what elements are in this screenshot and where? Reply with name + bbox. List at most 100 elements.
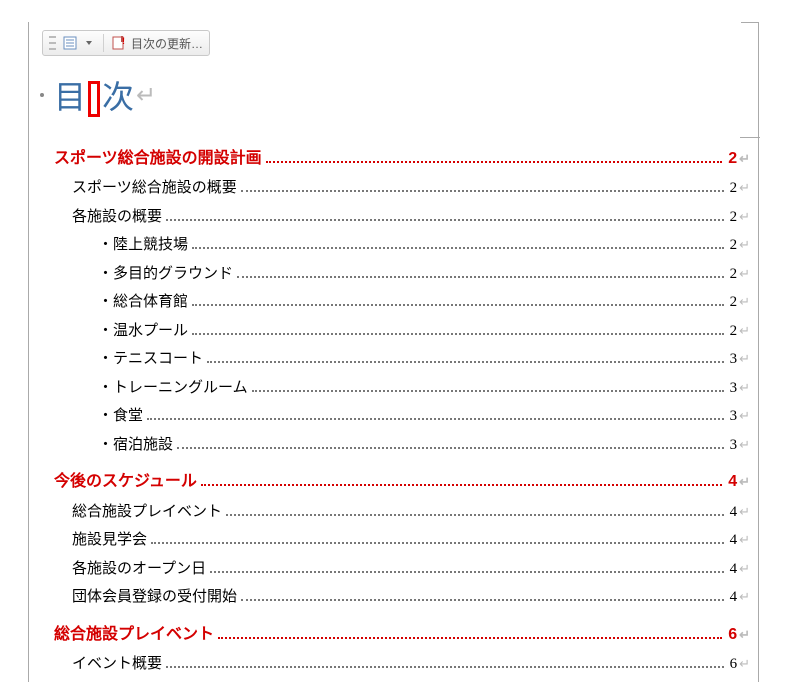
leader-dots (177, 440, 724, 449)
line-break-mark-icon: ↵ (739, 290, 750, 315)
line-break-mark-icon: ↵ (739, 470, 750, 495)
leader-dots (207, 354, 724, 363)
toc-entry[interactable]: スポーツ総合施設の開設計画 2↵ (54, 144, 750, 174)
line-break-mark-icon: ↵ (739, 205, 750, 230)
toc-entry[interactable]: 陸上競技場2↵ (98, 231, 750, 260)
leader-dots (192, 326, 724, 335)
toc-page: 4 (728, 498, 738, 527)
toc-text: 施設見学会 (72, 526, 147, 555)
toc-text: スポーツ総合施設の開設計画 (54, 144, 262, 174)
line-break-mark-icon: ↵ (739, 623, 750, 648)
line-break-mark-icon: ↵ (739, 500, 750, 525)
leader-dots (241, 592, 724, 601)
toc-text: 宿泊施設 (98, 431, 173, 460)
toc-text: スポーツ総合施設の概要 (72, 174, 237, 203)
toc-page: 3 (728, 402, 738, 431)
toc-entry[interactable]: 団体会員登録の受付開始 4↵ (72, 583, 750, 612)
leader-dots (237, 269, 724, 278)
toc-entry[interactable]: 総合体育館2↵ (98, 288, 750, 317)
title-pre: 目 (54, 72, 86, 118)
leader-dots (166, 659, 724, 668)
toc-entry[interactable]: イベント概要 6↵ (72, 650, 750, 679)
toc-page: 4 (728, 555, 738, 584)
toc-entry[interactable]: 各施設のオープン日 4↵ (72, 555, 750, 584)
line-break-mark-icon: ↵ (739, 652, 750, 677)
toc-text: イベント概要 (72, 650, 162, 679)
title-post: 次 (102, 72, 134, 118)
svg-text:!: ! (122, 36, 125, 46)
toc-entry[interactable]: 宿泊施設 3↵ (98, 431, 750, 460)
toc-page: 4 (728, 526, 738, 555)
leader-dots (192, 240, 724, 249)
toc-entry[interactable]: 多目的グラウンド 2↵ (98, 260, 750, 289)
toc-text: 総合施設プレイベント (72, 498, 222, 527)
grip-icon[interactable] (49, 36, 56, 50)
toc-text: 総合施設プレイベント (54, 620, 214, 650)
toc-text: 団体会員登録の受付開始 (72, 583, 237, 612)
dropdown-icon[interactable] (86, 41, 92, 45)
leader-dots (252, 383, 724, 392)
toc-entry[interactable]: 今後のスケジュール 4↵ (54, 467, 750, 497)
toc-page: 2 (728, 174, 738, 203)
leader-dots (218, 629, 722, 639)
line-break-mark-icon: ↵ (739, 176, 750, 201)
line-break-mark-icon: ↵ (739, 376, 750, 401)
leader-dots (151, 535, 724, 544)
line-break-mark-icon: ↵ (739, 404, 750, 429)
paragraph-mark-icon: ↵ (136, 81, 156, 110)
toc-page: 4 (726, 467, 737, 497)
line-break-mark-icon: ↵ (739, 433, 750, 458)
toc-page: 2 (728, 317, 738, 346)
toc-text: テニスコート (98, 345, 203, 374)
line-break-mark-icon: ↵ (739, 147, 750, 172)
text-cursor-highlight (88, 81, 100, 117)
toc-entry[interactable]: トレーニングルーム 3↵ (98, 374, 750, 403)
toc-text: 陸上競技場 (98, 231, 188, 260)
toc-page: 3 (728, 374, 738, 403)
para-bullet (40, 93, 44, 97)
toc-entry[interactable]: 総合施設プレイベント6↵ (54, 620, 750, 650)
toc-text: 多目的グラウンド (98, 260, 233, 289)
toc-entry[interactable]: スポーツ総合施設の概要 2↵ (72, 174, 750, 203)
toc-options-icon[interactable] (62, 35, 78, 51)
leader-dots (192, 297, 724, 306)
leader-dots (201, 477, 722, 487)
document-body: 目 次 ↵ スポーツ総合施設の開設計画2↵スポーツ総合施設の概要2↵各施設の概要… (54, 72, 750, 679)
update-toc-button[interactable]: 目次の更新… (131, 35, 203, 52)
line-break-mark-icon: ↵ (739, 557, 750, 582)
toc-page: 2 (728, 203, 738, 232)
toc-page: 3 (728, 431, 738, 460)
toc-entry[interactable]: 総合施設プレイベント 4↵ (72, 498, 750, 527)
line-break-mark-icon: ↵ (739, 585, 750, 610)
toc-entry[interactable]: 温水プール 2↵ (98, 317, 750, 346)
separator (103, 34, 104, 52)
toc-text: 食堂 (98, 402, 143, 431)
toc-page: 2 (728, 288, 738, 317)
leader-dots (210, 564, 723, 573)
toc-toolbar: ! 目次の更新… (42, 30, 210, 56)
toc-page: 2 (728, 260, 738, 289)
update-toc-icon[interactable]: ! (111, 35, 127, 51)
leader-dots (241, 183, 724, 192)
toc-entry[interactable]: テニスコート 3↵ (98, 345, 750, 374)
toc-text: 各施設のオープン日 (72, 555, 206, 584)
leader-dots (147, 411, 724, 420)
toc-text: 温水プール (98, 317, 188, 346)
toc-text: 今後のスケジュール (54, 467, 197, 497)
line-break-mark-icon: ↵ (739, 347, 750, 372)
leader-dots (266, 153, 723, 163)
toc-page: 3 (728, 345, 738, 374)
page-margin-left (28, 22, 29, 682)
line-break-mark-icon: ↵ (739, 528, 750, 553)
toc-page: 4 (728, 583, 738, 612)
toc-entry[interactable]: 各施設の概要2↵ (72, 203, 750, 232)
leader-dots (226, 507, 724, 516)
toc-entry[interactable]: 食堂 3↵ (98, 402, 750, 431)
toc-page: 6 (728, 650, 738, 679)
toc-page: 2 (728, 231, 738, 260)
line-break-mark-icon: ↵ (739, 319, 750, 344)
toc-page: 2 (726, 144, 737, 174)
toc-text: トレーニングルーム (98, 374, 248, 403)
toc-entry[interactable]: 施設見学会 4↵ (72, 526, 750, 555)
line-break-mark-icon: ↵ (739, 262, 750, 287)
